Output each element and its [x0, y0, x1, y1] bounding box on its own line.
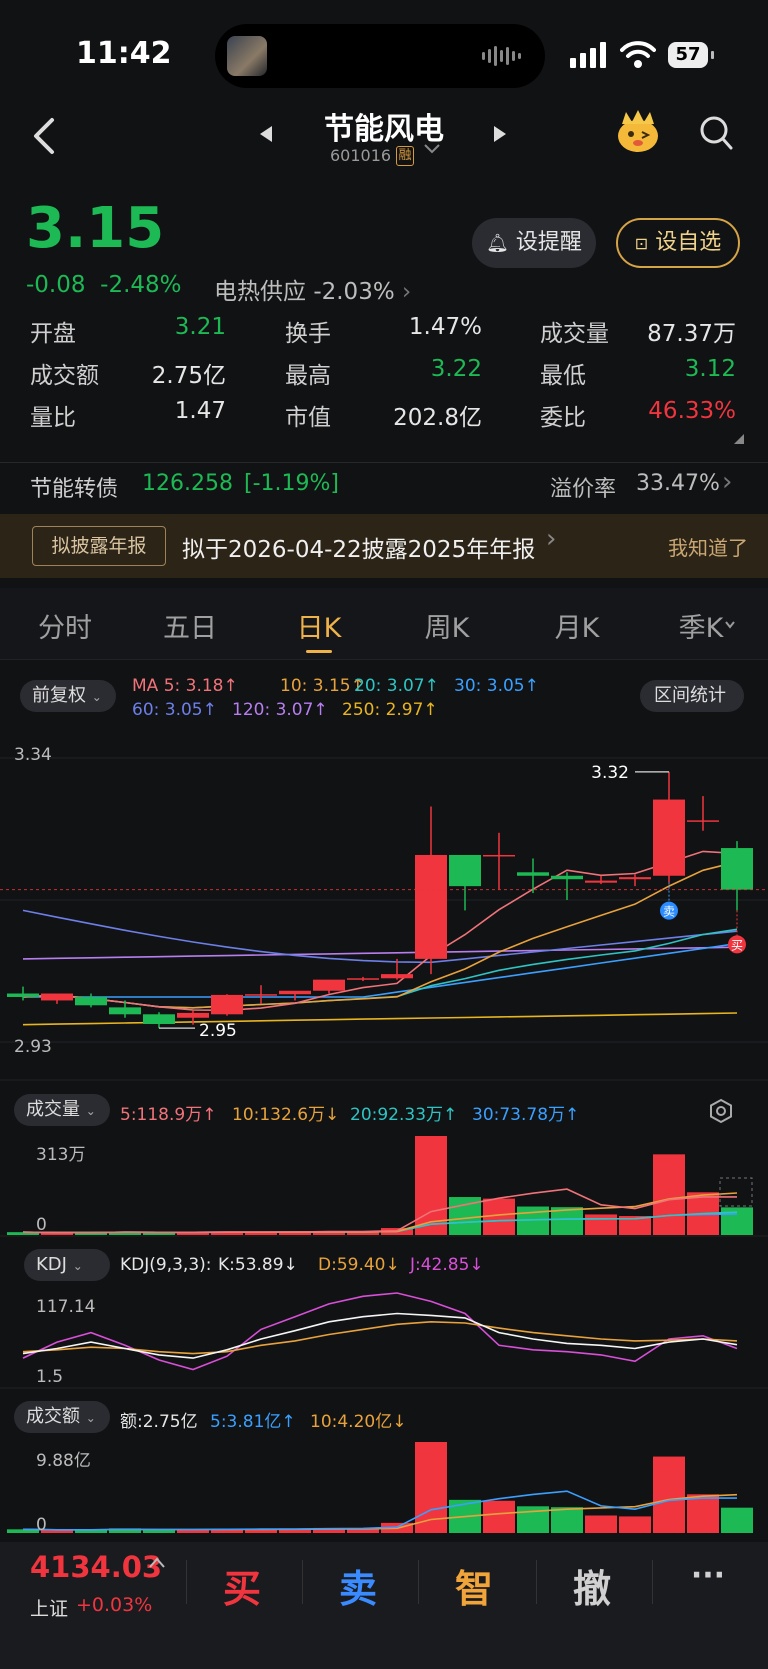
volume-indicator-dropdown[interactable]: 成交量 ⌄	[14, 1094, 110, 1126]
sell-signal-label: 卖	[663, 905, 675, 919]
index-name: 上证	[30, 1598, 69, 1620]
bottom-trade-bar: 4134.03 上证 +0.03% 买 卖 智 撤 ···	[0, 1542, 768, 1669]
chevron-down-icon: ⌄	[85, 1411, 96, 1425]
amount-axis-zero-label: 0	[36, 1515, 47, 1535]
kdj-indicator-dropdown[interactable]: KDJ ⌄	[24, 1249, 110, 1281]
candle-body	[143, 1014, 175, 1024]
volume-axis-top-label: 313万	[36, 1145, 85, 1165]
candle-body	[75, 996, 107, 1006]
legend-item: J:42.85↓	[410, 1255, 484, 1275]
legend-item: 额:2.75亿	[120, 1412, 198, 1432]
legend-item: K:53.89↓	[218, 1255, 298, 1275]
settings-hexagon-icon[interactable]	[708, 1098, 734, 1124]
legend-item: 5:118.9万↑	[120, 1105, 217, 1125]
amount-bar	[551, 1507, 583, 1533]
candle-body	[449, 854, 481, 887]
volume-indicator-label: 成交量	[26, 1099, 80, 1120]
legend-item: MA 5: 3.18↑	[132, 676, 238, 696]
legend-item: 120: 3.07↑	[232, 700, 328, 720]
sell-button[interactable]: 卖	[318, 1558, 398, 1613]
candle-body	[517, 872, 549, 876]
amount-bar	[585, 1515, 617, 1533]
max-price-label: 3.32	[591, 763, 629, 783]
candle-body	[41, 993, 73, 1001]
divider	[652, 1560, 653, 1604]
amount-bar	[721, 1507, 753, 1533]
index-percent: +0.03%	[76, 1594, 153, 1616]
legend-item: 10:132.6万↓	[232, 1105, 340, 1125]
chevron-up-icon[interactable]	[148, 1556, 166, 1570]
buy-button[interactable]: 买	[202, 1558, 282, 1613]
amount-axis-top-label: 9.88亿	[36, 1451, 91, 1471]
candle-body	[585, 880, 617, 883]
y-axis-low-label: 2.93	[14, 1037, 52, 1057]
candle-body	[483, 854, 515, 857]
divider	[418, 1560, 419, 1604]
legend-item: 250: 2.97↑	[342, 700, 438, 720]
chevron-down-icon: ⌄	[91, 690, 102, 704]
legend-item: KDJ(9,3,3):	[120, 1255, 212, 1275]
legend-item: 60: 3.05↑	[132, 700, 217, 720]
candle-body	[245, 994, 277, 996]
amount-bar	[483, 1500, 515, 1533]
amount-indicator-label: 成交额	[26, 1406, 80, 1427]
cancel-order-button[interactable]: 撤	[552, 1558, 632, 1613]
min-price-label: 2.95	[199, 1021, 237, 1041]
kdj-axis-bottom-label: 1.5	[36, 1367, 63, 1387]
amount-bar	[619, 1516, 651, 1533]
volume-bar	[585, 1214, 617, 1235]
legend-item: 30:73.78万↑	[472, 1105, 580, 1125]
volume-axis-zero-label: 0	[36, 1215, 47, 1235]
candle-body	[313, 979, 345, 991]
legend-item: 5:3.81亿↑	[210, 1412, 296, 1432]
smart-button[interactable]: 智	[434, 1558, 514, 1613]
kdj-indicator-label: KDJ	[36, 1254, 67, 1275]
volume-bar	[653, 1154, 685, 1235]
buy-signal-label: 买	[731, 938, 743, 952]
amount-indicator-dropdown[interactable]: 成交额 ⌄	[14, 1401, 110, 1433]
legend-item: 10: 3.15↑	[280, 676, 365, 696]
candle-body	[211, 994, 243, 1015]
chevron-down-icon: ⌄	[72, 1259, 83, 1273]
candle-body	[109, 1007, 141, 1015]
amount-bar	[687, 1494, 719, 1533]
candle-body	[381, 974, 413, 979]
candle-body	[347, 978, 379, 980]
index-value[interactable]: 4134.03	[30, 1550, 162, 1584]
divider	[536, 1560, 537, 1604]
amount-bar	[143, 1530, 175, 1533]
candle-body	[619, 877, 651, 880]
candle-body	[415, 854, 447, 959]
adjust-dropdown[interactable]: 前复权 ⌄	[20, 680, 116, 712]
candle-body	[721, 848, 753, 890]
legend-item: 20: 3.07↑	[354, 676, 439, 696]
kdj-axis-top-label: 117.14	[36, 1297, 95, 1317]
legend-item: 30: 3.05↑	[454, 676, 539, 696]
legend-item: D:59.40↓	[318, 1255, 400, 1275]
candle-body	[279, 990, 311, 995]
volume-bar	[143, 1232, 175, 1235]
candle-body	[177, 1012, 209, 1018]
candle-body	[653, 799, 685, 876]
candle-body	[551, 875, 583, 880]
legend-item: 20:92.33万↑	[350, 1105, 458, 1125]
interval-stats-button[interactable]: 区间统计	[640, 680, 744, 712]
volume-bar	[721, 1207, 753, 1235]
candle-body	[687, 820, 719, 822]
divider	[302, 1560, 303, 1604]
chevron-down-icon: ⌄	[85, 1104, 96, 1118]
amount-bar	[653, 1456, 685, 1533]
divider	[186, 1560, 187, 1604]
more-button[interactable]: ···	[668, 1558, 748, 1593]
y-axis-high-label: 3.34	[14, 745, 52, 765]
adjust-label: 前复权	[32, 685, 86, 706]
legend-item: 10:4.20亿↓	[310, 1412, 407, 1432]
candle-body	[7, 993, 39, 997]
